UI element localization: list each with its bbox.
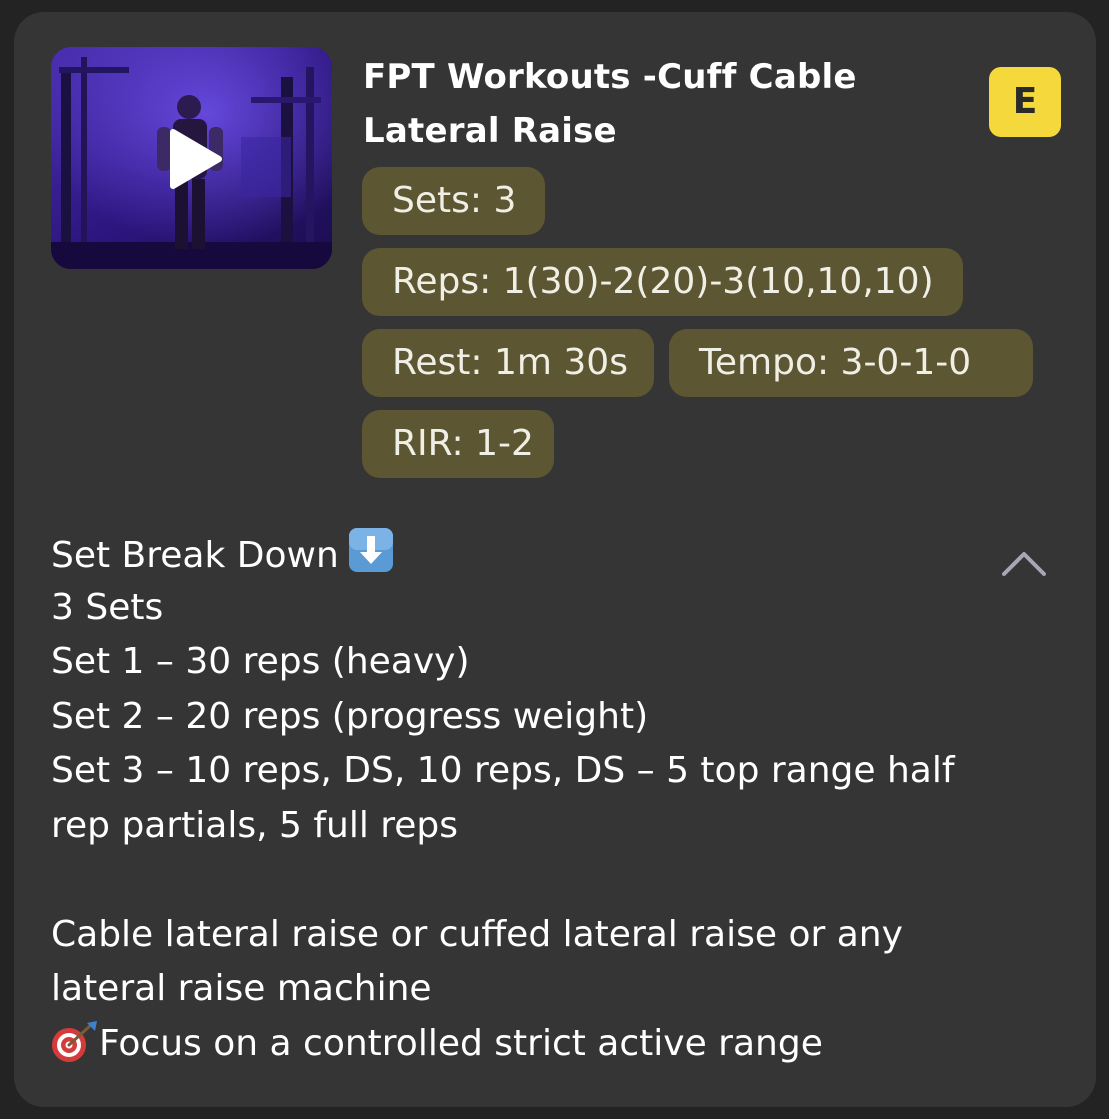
description-line: Set 1 – 30 reps (heavy) [51, 641, 470, 682]
description-heading: Set Break Down [51, 535, 339, 576]
down-arrow-emoji-icon [348, 528, 393, 572]
reps-pill: Reps: 1(30)-2(20)-3(10,10,10) [362, 248, 963, 316]
difficulty-badge: E [989, 67, 1061, 137]
dart-target-icon [52, 1020, 97, 1062]
exercise-title: FPT Workouts -Cuff Cable Lateral Raise [363, 57, 857, 151]
focus-text: Focus on a controlled strict active rang… [99, 1022, 823, 1064]
description-paragraph: Cable lateral raise or cuffed lateral ra… [51, 913, 903, 1010]
exercise-description: Set Break Down 3 Sets Set 1 – 30 reps (h… [51, 526, 1011, 1071]
description-heading-line: Set Break Down [51, 526, 1011, 581]
sets-pill: Sets: 3 [362, 167, 545, 235]
rest-pill: Rest: 1m 30s [362, 329, 654, 397]
tempo-pill: Tempo: 3-0-1-0 [669, 329, 1033, 397]
focus-line: Focus on a controlled strict active rang… [51, 1017, 1011, 1072]
video-thumbnail[interactable] [51, 47, 332, 269]
description-line: Set 2 – 20 reps (progress weight) [51, 695, 649, 737]
chevron-up-icon[interactable] [1000, 548, 1048, 578]
description-line: Set 3 – 10 reps, DS, 10 reps, DS – 5 top… [51, 750, 955, 846]
video-preview-image [51, 47, 332, 269]
rir-pill: RIR: 1-2 [362, 410, 554, 478]
exercise-card: FPT Workouts -Cuff Cable Lateral Raise E… [14, 12, 1096, 1107]
description-line: 3 Sets [51, 586, 164, 628]
